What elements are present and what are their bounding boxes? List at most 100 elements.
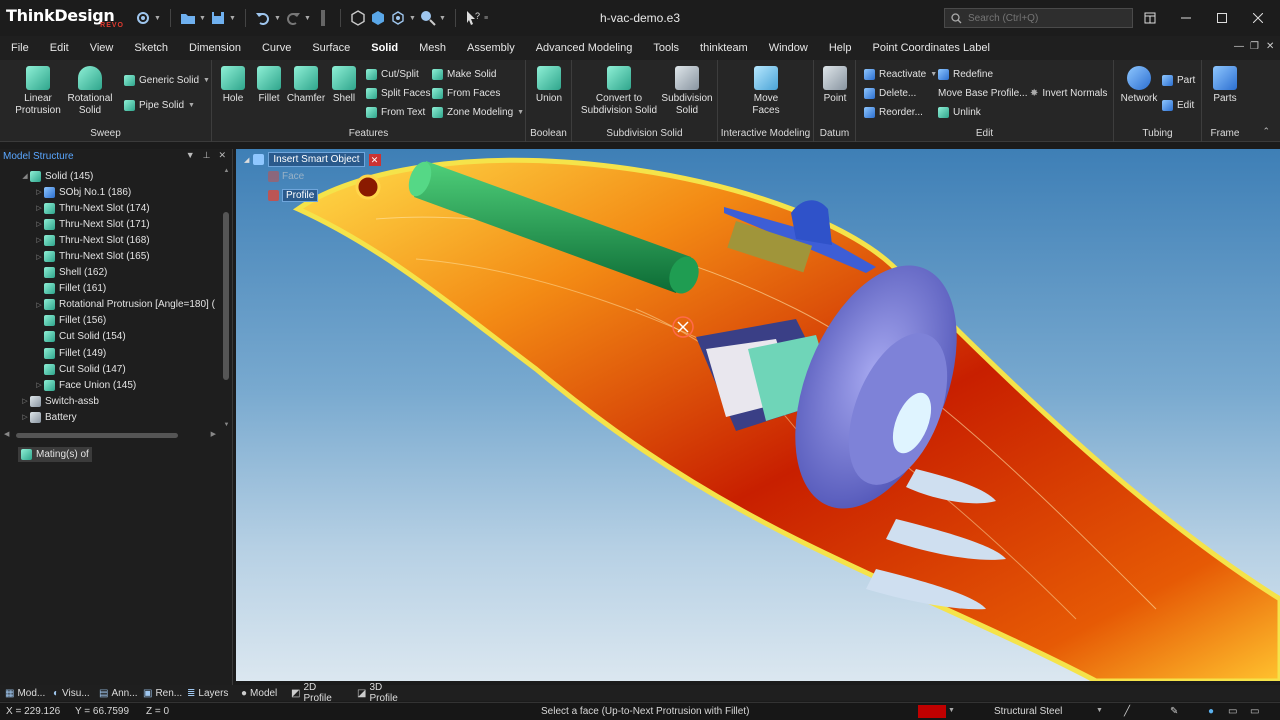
menu-mesh[interactable]: Mesh (408, 36, 456, 60)
doc-minimize-icon[interactable]: — (1234, 41, 1244, 52)
option-profile[interactable]: Profile (268, 189, 319, 202)
tab-2d-profile[interactable]: ◩ 2D Profile (286, 682, 352, 704)
menu-assembly[interactable]: Assembly (456, 36, 525, 60)
collapse-arrow-icon[interactable]: ▷ (20, 397, 30, 405)
collapse-ribbon-icon[interactable]: ⌃ (1262, 126, 1270, 137)
menu-edit[interactable]: Edit (39, 36, 79, 60)
tree-item[interactable]: ▷ SObj No.1 (186) (0, 184, 222, 200)
unlink-button[interactable]: Unlink (938, 107, 981, 118)
tree-vertical-scrollbar[interactable]: ▲ ▼ (222, 168, 231, 428)
tree-item[interactable]: Cut Solid (154) (0, 329, 222, 345)
pin-icon[interactable]: ⊥ (203, 150, 211, 161)
tree-item[interactable]: ▷ Thru-Next Slot (168) (0, 232, 222, 248)
tree-item[interactable]: ▷ Thru-Next Slot (165) (0, 248, 222, 264)
redefine-button[interactable]: Redefine (938, 69, 993, 80)
collapse-arrow-icon[interactable]: ▷ (34, 236, 44, 244)
settings-icon[interactable] (134, 8, 152, 28)
cancel-smart-object-icon[interactable]: ✕ (368, 153, 381, 166)
chevron-down-icon[interactable]: ▼ (1096, 707, 1103, 714)
menu-file[interactable]: File (0, 36, 39, 60)
scroll-up-icon[interactable]: ▲ (222, 168, 231, 174)
menu-point-coordinates-label[interactable]: Point Coordinates Label (861, 36, 999, 60)
tree-item[interactable]: ▷ Face Union (145) (0, 377, 222, 393)
tree-item[interactable]: ◢ Solid (145) (0, 168, 222, 184)
tree-item[interactable]: ▷ Switch-assb (0, 393, 222, 409)
chevron-down-icon[interactable]: ▼ (154, 15, 162, 22)
help-pointer-icon[interactable]: ? (464, 8, 482, 28)
chevron-down-icon[interactable]: ▼ (409, 15, 417, 22)
doc-restore-icon[interactable]: ❐ (1250, 41, 1259, 52)
close-panel-icon[interactable]: ✕ (218, 150, 226, 161)
search-box[interactable] (944, 8, 1133, 28)
chevron-down-icon[interactable]: ▼ (948, 707, 955, 714)
pen-icon[interactable]: ✎ (1170, 706, 1178, 717)
menu-surface[interactable]: Surface (301, 36, 360, 60)
collapse-arrow-icon[interactable]: ▷ (34, 188, 44, 196)
open-folder-icon[interactable] (179, 8, 197, 28)
collapse-arrow-icon[interactable]: ▷ (34, 220, 44, 228)
scroll-thumb[interactable] (223, 212, 229, 380)
shell-button[interactable]: Shell (328, 66, 360, 105)
convert-subdivision-button[interactable]: Convert to Subdivision Solid (576, 66, 662, 117)
move-base-profile-button[interactable]: Move Base Profile... (938, 88, 1027, 99)
menu-thinkteam[interactable]: thinkteam (689, 36, 758, 60)
menu-dimension[interactable]: Dimension (178, 36, 251, 60)
from-text-button[interactable]: From Text (366, 107, 425, 118)
menu-window[interactable]: Window (758, 36, 818, 60)
pipe-solid-button[interactable]: Pipe Solid ▼ (124, 100, 195, 111)
chevron-down-icon[interactable]: ▼ (304, 15, 312, 22)
menu-view[interactable]: View (79, 36, 124, 60)
collapse-arrow-icon[interactable]: ◢ (244, 156, 249, 164)
chamfer-button[interactable]: Chamfer (286, 66, 326, 105)
tab-model-structure[interactable]: ▦ Mod... (0, 688, 48, 699)
maximize-button[interactable] (1204, 0, 1240, 36)
rotational-solid-button[interactable]: Rotational Solid (66, 66, 114, 117)
tab-layers[interactable]: ≣ Layers (182, 688, 236, 699)
cube-wireframe-icon[interactable] (349, 8, 367, 28)
mating-item[interactable]: Mating(s) of (18, 447, 92, 462)
subdivision-solid-button[interactable]: Subdivision Solid (660, 66, 714, 117)
from-faces-button[interactable]: From Faces (432, 88, 500, 99)
network-button[interactable]: Network (1118, 66, 1160, 105)
cut-split-button[interactable]: Cut/Split (366, 69, 419, 80)
probe-icon[interactable] (314, 8, 332, 28)
tree-item[interactable]: Fillet (161) (0, 281, 222, 297)
chevron-down-icon[interactable]: ▼ (229, 15, 237, 22)
globe-icon[interactable]: ● (1208, 706, 1214, 717)
menu-curve[interactable]: Curve (251, 36, 301, 60)
hole-button[interactable]: Hole (218, 66, 248, 105)
point-button[interactable]: Point (818, 66, 852, 105)
tree-item[interactable]: ▷ Rotational Protrusion [Angle=180] ( (0, 297, 222, 313)
invert-normals-button[interactable]: ✸ Invert Normals (1030, 88, 1107, 99)
tab-model[interactable]: ● Model (236, 688, 286, 699)
doc-close-icon[interactable]: ✕ (1266, 41, 1274, 52)
union-button[interactable]: Union (532, 66, 566, 105)
zone-modeling-button[interactable]: Zone Modeling ▼ (432, 107, 524, 118)
scroll-thumb[interactable] (16, 433, 178, 438)
collapse-arrow-icon[interactable]: ▷ (34, 381, 44, 389)
chevron-down-icon[interactable]: ▼ (274, 15, 282, 22)
panel-menu-icon[interactable]: ▼ (186, 150, 195, 161)
scroll-down-icon[interactable]: ▼ (222, 422, 231, 428)
tab-rendering[interactable]: ▣ Ren... (138, 688, 182, 699)
color-swatch[interactable] (918, 705, 946, 718)
tree-item[interactable]: ▷ Thru-Next Slot (174) (0, 200, 222, 216)
reactivate-button[interactable]: Reactivate ▼ (864, 69, 937, 80)
undo-icon[interactable] (254, 8, 272, 28)
menu-advanced-modeling[interactable]: Advanced Modeling (525, 36, 643, 60)
display-mode-icon[interactable]: ▭ (1250, 706, 1259, 717)
tree-item[interactable]: Fillet (156) (0, 313, 222, 329)
tab-3d-profile[interactable]: ◪ 3D Profile (352, 682, 418, 704)
chevron-down-icon[interactable]: ▼ (439, 15, 447, 22)
material-selector[interactable]: Structural Steel (994, 706, 1062, 717)
tubing-edit-button[interactable]: Edit (1162, 100, 1194, 111)
redo-icon[interactable] (284, 8, 302, 28)
zoom-icon[interactable] (419, 8, 437, 28)
minimize-button[interactable] (1168, 0, 1204, 36)
ribbon-display-icon[interactable] (1132, 0, 1168, 36)
menu-tools[interactable]: Tools (642, 36, 689, 60)
split-faces-button[interactable]: Split Faces (366, 88, 430, 99)
collapse-arrow-icon[interactable]: ▷ (34, 301, 44, 309)
save-icon[interactable] (209, 8, 227, 28)
scroll-right-icon[interactable]: ▶ (211, 430, 216, 438)
